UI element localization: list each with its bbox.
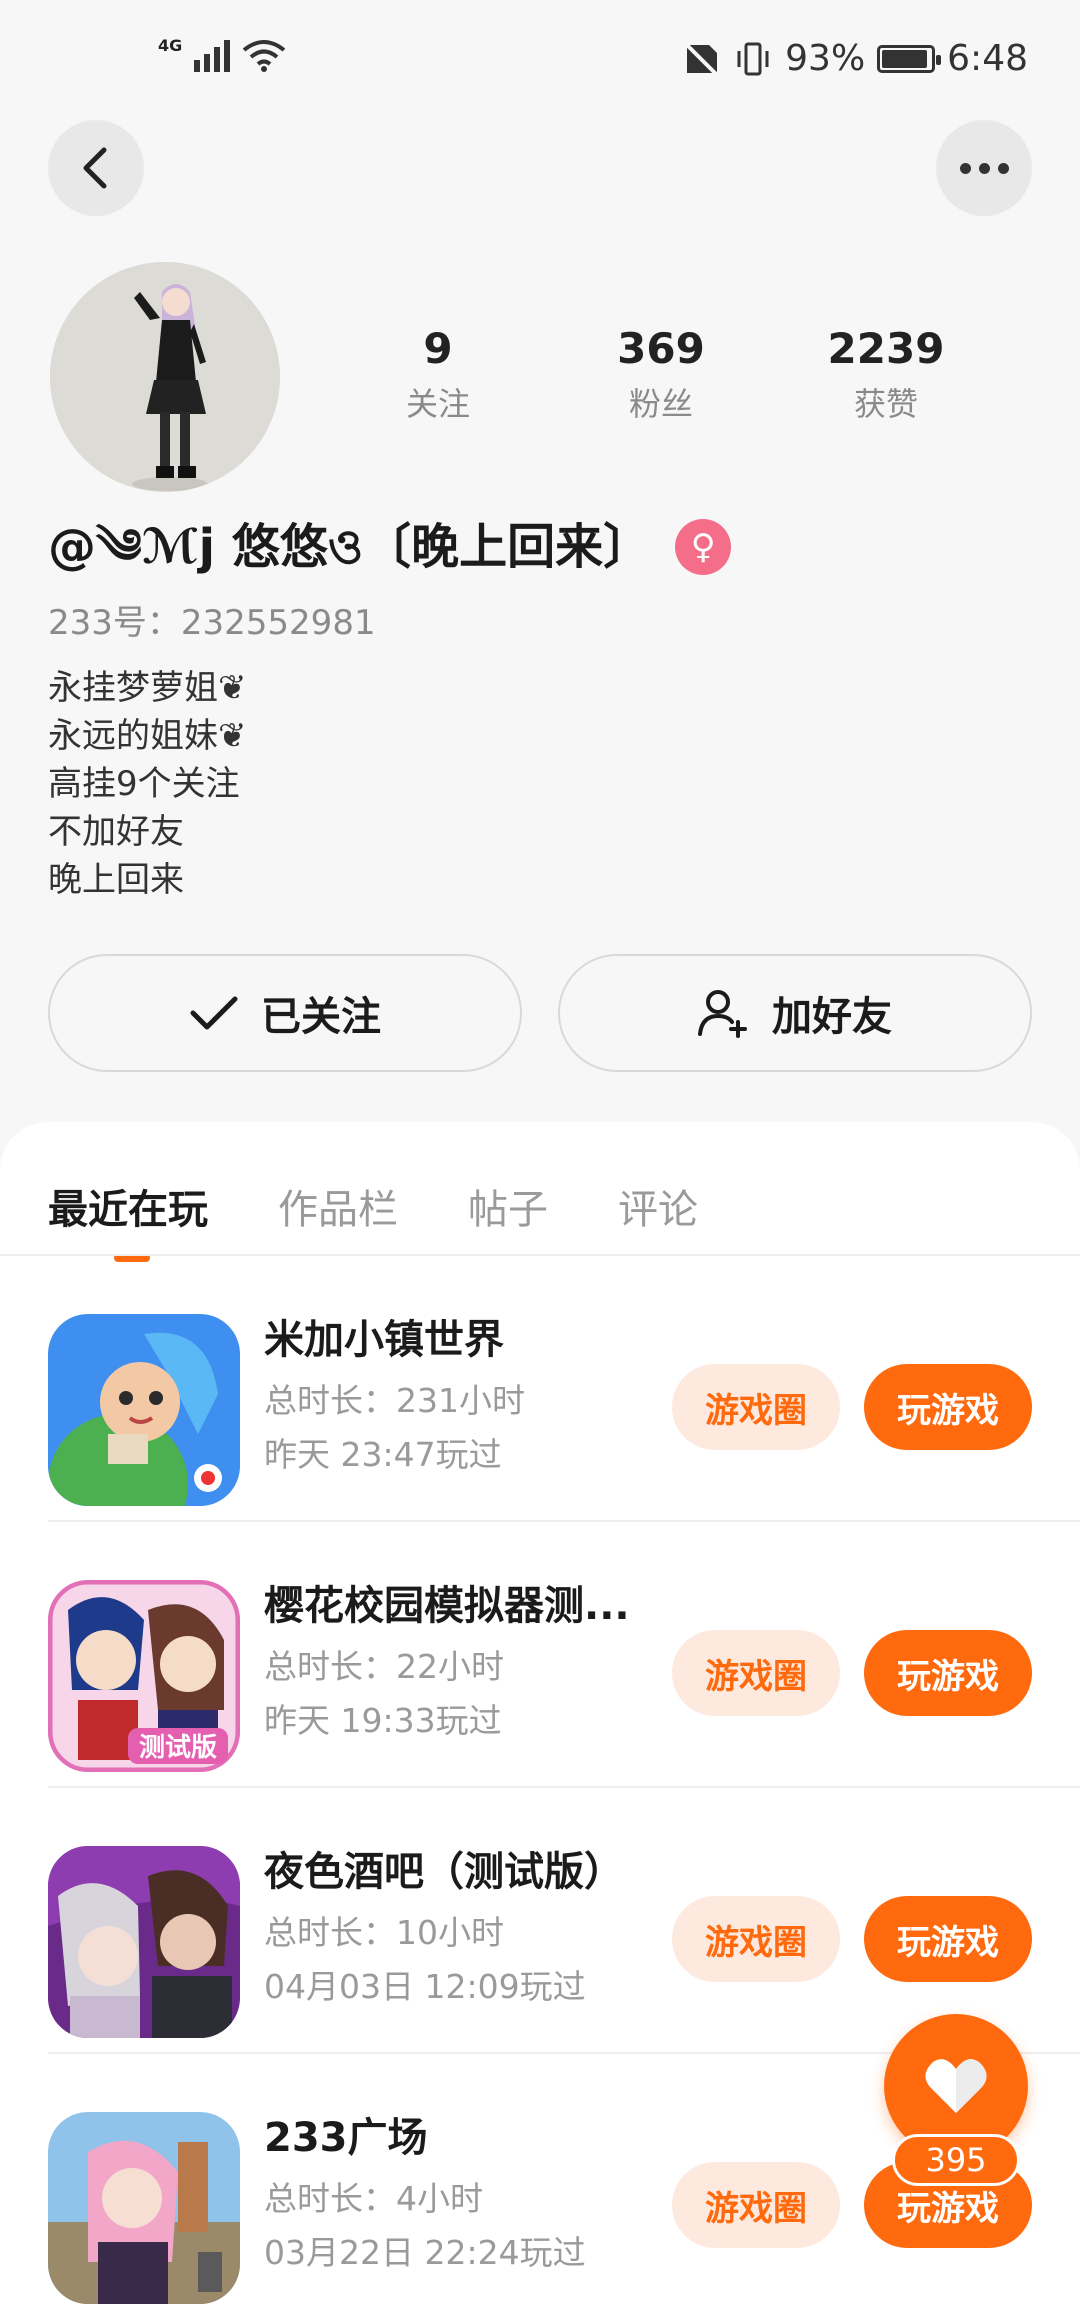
more-dots-icon — [959, 162, 1009, 174]
followed-button[interactable]: 已关注 — [48, 954, 522, 1072]
heart-icon — [925, 2059, 987, 2113]
tab-recently-played[interactable]: 最近在玩 — [48, 1162, 208, 1262]
check-icon — [190, 996, 238, 1030]
tab-label: 帖子 — [468, 1187, 548, 1233]
nickname: @༄ℳj 悠悠ও〔晚上回来〕 — [48, 519, 652, 575]
stat-fans[interactable]: 369 粉丝 — [516, 322, 806, 428]
signal-icon — [194, 38, 231, 72]
game-duration: 总时长：231小时 — [264, 1381, 525, 1420]
add-friend-button[interactable]: 加好友 — [558, 954, 1032, 1072]
tab-posts[interactable]: 帖子 — [468, 1162, 548, 1258]
stat-likes[interactable]: 2239 获赞 — [806, 322, 966, 428]
game-icon-233-plaza[interactable] — [48, 2112, 240, 2304]
night-bar-icon — [48, 1846, 240, 2038]
network-type: 4G — [158, 35, 183, 55]
game-duration: 总时长：4小时 — [264, 2179, 483, 2218]
game-circle-button[interactable]: 游戏圈 — [672, 1630, 840, 1716]
list-item[interactable]: 米加小镇世界 总时长：231小时 昨天 23:47玩过 游戏圈 玩游戏 — [0, 1256, 1080, 1522]
game-circle-button[interactable]: 游戏圈 — [672, 1364, 840, 1450]
nickname-row: @༄ℳj 悠悠ও〔晚上回来〕 ♀ — [48, 512, 732, 582]
stat-value: 9 — [423, 324, 453, 373]
followed-label: 已关注 — [261, 994, 381, 1040]
no-sim-icon — [683, 41, 719, 76]
stat-label: 关注 — [405, 385, 470, 423]
female-gender-icon: ♀ — [675, 519, 732, 575]
stat-label: 粉丝 — [628, 385, 693, 423]
game-last-played: 03月22日 22:24玩过 — [264, 2233, 586, 2272]
clock: 6:48 — [947, 38, 1028, 79]
game-circle-button[interactable]: 游戏圈 — [672, 2162, 840, 2248]
test-badge: 测试版 — [139, 1733, 217, 1763]
game-last-played: 昨天 23:47玩过 — [264, 1435, 502, 1474]
status-right: 93% 6:48 — [681, 38, 1028, 79]
stat-value: 2239 — [827, 324, 945, 373]
wifi-icon — [243, 40, 286, 72]
tab-label: 评论 — [618, 1187, 698, 1233]
bio-line: 晚上回来 — [48, 860, 184, 900]
stat-label: 获赞 — [853, 385, 918, 423]
stat-following[interactable]: 9 关注 — [360, 322, 516, 428]
bio-line: 高挂9个关注 — [48, 764, 240, 804]
user-id[interactable]: 233号：232552981 — [48, 598, 376, 648]
game-circle-button[interactable]: 游戏圈 — [672, 1896, 840, 1982]
add-user-icon — [698, 990, 747, 1038]
game-title: 樱花校园模拟器测... — [264, 1583, 630, 1629]
bio-line: 永远的姐妹❦ — [48, 716, 247, 756]
sakura-school-icon: 测试版 — [48, 1580, 240, 1772]
play-game-button[interactable]: 玩游戏 — [864, 1364, 1032, 1450]
tab-bar: 最近在玩 作品栏 帖子 评论 — [48, 1162, 698, 1262]
avatar-character-image — [50, 262, 280, 492]
233-plaza-icon — [48, 2112, 240, 2304]
game-last-played: 昨天 19:33玩过 — [264, 1701, 502, 1740]
list-item[interactable]: 夜色酒吧（测试版） 总时长：10小时 04月03日 12:09玩过 游戏圈 玩游… — [0, 1788, 1080, 2054]
bio-line: 永挂梦萝姐❦ — [48, 668, 247, 708]
avatar[interactable] — [50, 262, 280, 492]
more-button[interactable] — [936, 120, 1032, 216]
play-game-button[interactable]: 玩游戏 — [864, 1630, 1032, 1716]
game-icon-night-bar[interactable] — [48, 1846, 240, 2038]
back-button[interactable] — [48, 120, 144, 216]
game-duration: 总时长：22小时 — [264, 1647, 504, 1686]
status-left: 4G — [158, 35, 286, 72]
play-game-button[interactable]: 玩游戏 — [864, 1896, 1032, 1982]
game-icon-miga[interactable] — [48, 1314, 240, 1506]
game-duration: 总时长：10小时 — [264, 1913, 504, 1952]
game-title: 米加小镇世界 — [264, 1317, 504, 1363]
profile-stats: 9 关注 369 粉丝 2239 获赞 — [360, 322, 980, 428]
tab-comments[interactable]: 评论 — [618, 1162, 698, 1258]
vibrate-icon — [737, 42, 769, 75]
status-bar: 4G 93% 6:48 — [0, 0, 1080, 120]
battery-percent: 93% — [785, 38, 866, 79]
like-count-badge: 395 — [892, 2134, 1020, 2186]
tab-label: 作品栏 — [278, 1187, 398, 1233]
battery-icon — [877, 44, 942, 73]
chevron-left-icon — [83, 147, 107, 189]
battery-fill — [882, 49, 927, 68]
tab-label: 最近在玩 — [48, 1187, 208, 1233]
tab-works[interactable]: 作品栏 — [278, 1162, 398, 1258]
add-friend-label: 加好友 — [772, 994, 892, 1040]
profile-actions: 已关注 加好友 — [48, 954, 1032, 1072]
list-item[interactable]: 测试版 樱花校园模拟器测... 总时长：22小时 昨天 19:33玩过 游戏圈 … — [0, 1522, 1080, 1788]
game-icon-sakura[interactable]: 测试版 — [48, 1580, 240, 1772]
game-title: 夜色酒吧（测试版） — [264, 1849, 624, 1895]
bio-line: 不加好友 — [48, 812, 184, 852]
game-last-played: 04月03日 12:09玩过 — [264, 1967, 586, 2006]
game-title: 233广场 — [264, 2115, 428, 2161]
stat-value: 369 — [617, 324, 705, 373]
bio: 永挂梦萝姐❦ 永远的姐妹❦ 高挂9个关注 不加好友 晚上回来 — [48, 664, 247, 904]
miga-town-icon — [48, 1314, 240, 1506]
